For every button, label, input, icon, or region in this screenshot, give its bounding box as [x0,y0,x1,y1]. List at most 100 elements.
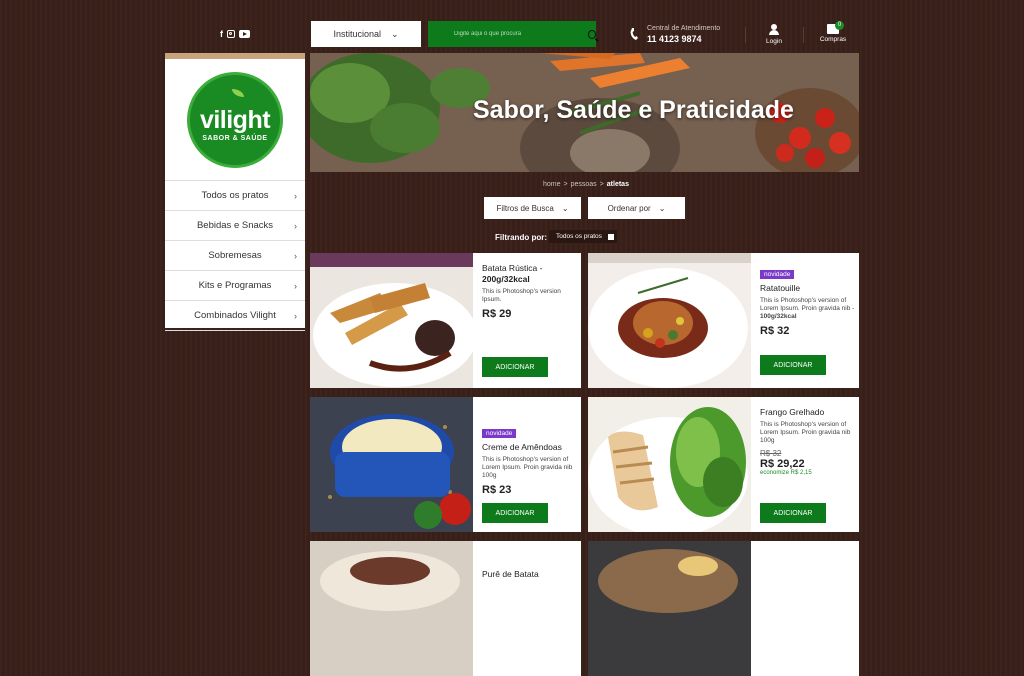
product-image [310,253,473,388]
breadcrumb-separator: > [599,181,604,188]
product-image [588,541,751,676]
sort-label: Ordenar por [607,203,651,213]
product-info: Purê de Batata [473,541,581,676]
social-links: f [220,29,250,39]
breadcrumb-home[interactable]: home [543,181,561,188]
sidebar-item-kits-e-programas[interactable]: Kits e Programas › [165,271,305,301]
sidebar-item-label: Kits e Programas [198,280,272,291]
sidebar-item-bebidas-e-snacks[interactable]: Bebidas e Snacks › [165,211,305,241]
product-info: Batata Rústica - 200g/32kcal This is Pho… [473,253,581,388]
product-portion: 200g/32kcal [482,274,530,284]
product-old-price: R$ 32 [760,449,782,458]
product-card[interactable]: novidade Creme de Amêndoas This is Photo… [310,397,581,532]
institutional-label: Institucional [333,29,381,39]
add-to-cart-button[interactable]: ADICIONAR [760,503,826,523]
sort-dropdown[interactable]: Ordenar por ⌄ [588,197,685,219]
sidebar-item-label: Sobremesas [208,250,262,261]
vilight-logo[interactable]: vilight SABOR & SAÚDE [187,71,283,168]
product-card[interactable]: Batata Rústica - 200g/32kcal This is Pho… [310,253,581,388]
product-description: This is Photoshop's version of Lorem Ips… [482,456,573,479]
product-description: This is Photoshop's version of Lorem Ips… [760,297,859,321]
divider [803,27,804,43]
new-badge: novidade [760,270,795,279]
product-card[interactable]: Frango Grelhado This is Photoshop's vers… [588,397,859,532]
chevron-down-icon: ⌄ [658,203,666,213]
institutional-dropdown[interactable]: Institucional ⌄ [311,21,421,47]
sidebar-item-label: Todos os pratos [201,190,269,201]
customer-service-phone[interactable]: 11 4123 9874 [647,34,702,44]
add-to-cart-button[interactable]: ADICIONAR [482,357,548,377]
chevron-right-icon: › [294,310,297,321]
product-info: novidade Creme de Amêndoas This is Photo… [473,397,581,532]
product-image [588,253,751,388]
breadcrumb-separator: > [563,181,568,188]
product-price: R$ 32 [760,325,790,337]
product-name: Creme de Amêndoas [482,442,562,452]
youtube-icon[interactable] [239,30,250,38]
product-description: This is Photoshop's version Ipsum. [482,288,561,303]
product-card[interactable]: novidade Ratatouille This is Photoshop's… [588,253,859,388]
search-icon[interactable] [587,29,596,39]
product-name: Purê de Batata [482,569,539,579]
product-name: Frango Grelhado [760,407,825,417]
breadcrumb-current: atletas [606,181,629,188]
active-filter-label: Todos os pratos [556,233,602,240]
active-filter-tag[interactable]: Todos os pratos [549,230,617,243]
login-button[interactable]: Login [765,24,783,45]
hero-banner: Sabor, Saúde e Praticidade [310,53,859,172]
cart-count-badge: 0 [835,21,844,30]
product-price: R$ 29,22 [760,458,805,470]
divider [745,27,746,43]
leaf-icon [232,88,244,97]
product-price: R$ 23 [482,484,512,496]
chevron-right-icon: › [294,220,297,231]
filtering-label: Filtrando por: [495,233,547,242]
chevron-down-icon: ⌄ [561,203,569,213]
product-card[interactable] [588,541,859,676]
login-label: Login [766,38,782,45]
phone-icon [630,28,638,40]
cart-button[interactable]: 0 Compras [818,21,848,43]
sidebar-item-todos-os-pratos[interactable]: Todos os pratos › [165,181,305,211]
product-info: novidade Ratatouille This is Photoshop's… [751,253,859,388]
chevron-right-icon: › [294,280,297,291]
product-price: R$ 29 [482,308,512,320]
sidebar-item-sobremesas[interactable]: Sobremesas › [165,241,305,271]
chevron-right-icon: › [294,190,297,201]
search-filter-label: Filtros de Busca [496,203,554,213]
product-image [310,397,473,532]
customer-service-label: Central de Atendimento [647,25,721,32]
product-name-text: Batata Rústica - [482,263,543,273]
chevron-down-icon: ⌄ [390,28,399,39]
sidebar-item-label: Combinados Vilight [194,310,276,321]
product-portion: 100g/32kcal [760,313,797,320]
product-info: Frango Grelhado This is Photoshop's vers… [751,397,859,532]
product-saving: economize R$ 2,15 [760,470,812,476]
sidebar-item-label: Bebidas e Snacks [196,220,274,231]
product-card[interactable]: Purê de Batata [310,541,581,676]
remove-filter-icon[interactable] [607,233,614,240]
product-description: This is Photoshop's version of Lorem Ips… [760,421,851,444]
sidebar-item-combinados-vilight[interactable]: Combinados Vilight › [165,301,305,331]
search-filter-dropdown[interactable]: Filtros de Busca ⌄ [484,197,581,219]
product-name: Ratatouille [760,283,801,293]
sidebar: vilight SABOR & SAÚDE Todos os pratos › … [165,53,305,331]
product-description-text: This is Photoshop's version of Lorem Ips… [760,297,855,312]
instagram-icon[interactable] [227,30,235,38]
banner-title: Sabor, Saúde e Praticidade [473,96,794,124]
add-to-cart-button[interactable]: ADICIONAR [760,355,826,375]
product-image [588,397,751,532]
user-icon [768,24,780,36]
facebook-icon[interactable]: f [220,29,223,39]
product-name: Batata Rústica - 200g/32kcal [482,263,581,285]
search-input[interactable] [428,30,586,38]
cart-label: Compras [819,36,847,43]
chevron-right-icon: › [294,250,297,261]
product-image [310,541,473,676]
logo-tagline: SABOR & SAÚDE [202,134,268,142]
search-bar[interactable] [428,21,596,47]
breadcrumb-section[interactable]: pessoas [571,181,597,188]
logo-container: vilight SABOR & SAÚDE [165,59,305,181]
add-to-cart-button[interactable]: ADICIONAR [482,503,548,523]
new-badge: novidade [482,429,517,438]
